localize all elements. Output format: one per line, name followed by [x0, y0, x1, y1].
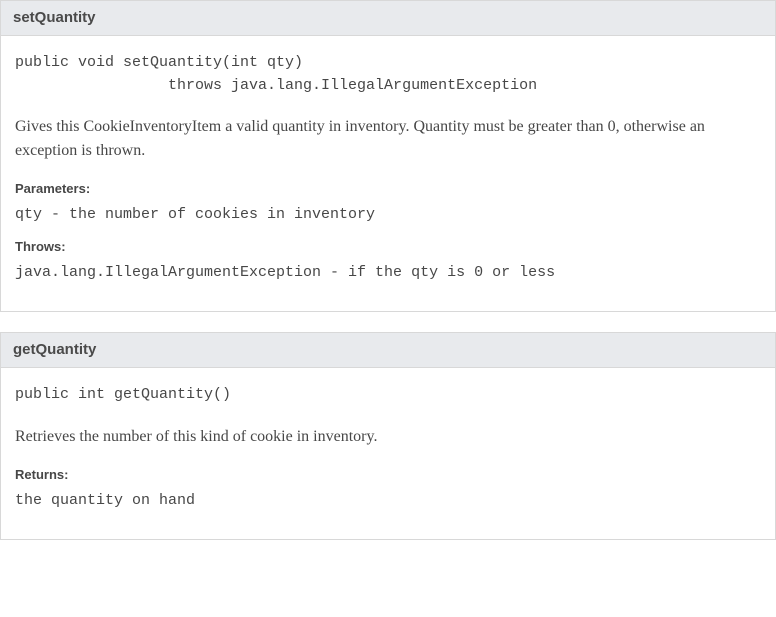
method-body: public void setQuantity(int qty) throws …: [1, 36, 775, 311]
method-block-setquantity: setQuantity public void setQuantity(int …: [0, 0, 776, 312]
method-header: setQuantity: [1, 1, 775, 36]
method-block-getquantity: getQuantity public int getQuantity() Ret…: [0, 332, 776, 540]
method-header: getQuantity: [1, 333, 775, 368]
returns-entry: the quantity on hand: [15, 490, 761, 511]
method-name: setQuantity: [13, 9, 96, 26]
parameter-entry: qty - the number of cookies in inventory: [15, 204, 761, 225]
method-name: getQuantity: [13, 341, 96, 358]
method-signature: public void setQuantity(int qty) throws …: [15, 52, 761, 97]
returns-label: Returns:: [15, 467, 761, 482]
method-description: Retrieves the number of this kind of coo…: [15, 425, 761, 449]
throws-label: Throws:: [15, 239, 761, 254]
method-signature: public int getQuantity(): [15, 384, 761, 407]
throws-entry: java.lang.IllegalArgumentException - if …: [15, 262, 761, 283]
method-body: public int getQuantity() Retrieves the n…: [1, 368, 775, 539]
method-description: Gives this CookieInventoryItem a valid q…: [15, 115, 761, 163]
parameters-label: Parameters:: [15, 181, 761, 196]
